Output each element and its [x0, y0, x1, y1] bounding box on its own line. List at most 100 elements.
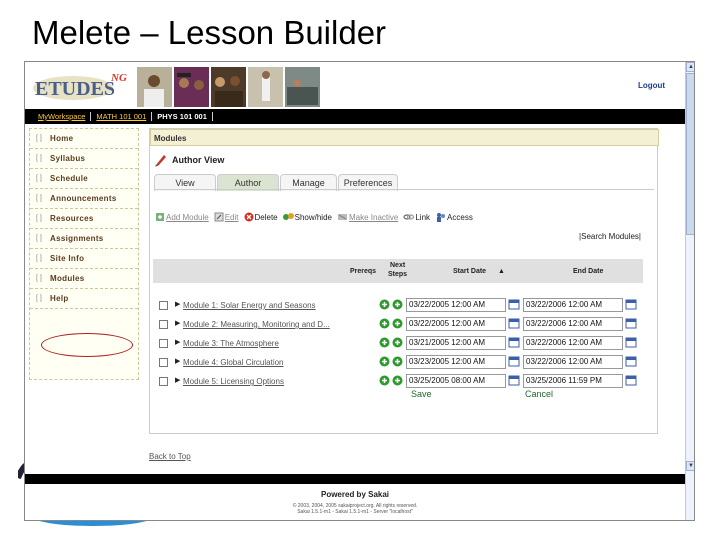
tool-item-site-info[interactable]: [ ] Site Info: [30, 249, 138, 269]
add-next-step-icon[interactable]: [392, 299, 403, 310]
expand-triangle-icon[interactable]: ▶: [175, 376, 180, 384]
pencil-icon: [155, 155, 166, 167]
scroll-up-arrow-icon[interactable]: ▲: [686, 62, 694, 72]
tool-item-label: Help: [50, 294, 69, 303]
access-button[interactable]: Access: [435, 212, 473, 222]
module-title-link[interactable]: Module 2: Measuring, Monitoring and D...: [183, 320, 330, 329]
add-prereq-icon[interactable]: [379, 356, 390, 367]
module-title-link[interactable]: Module 3: The Atmosphere: [183, 339, 279, 348]
tool-bracket: [ ]: [36, 135, 42, 142]
expand-triangle-icon[interactable]: ▶: [175, 338, 180, 346]
expand-triangle-icon[interactable]: ▶: [175, 357, 180, 365]
tool-item-label: Site Info: [50, 254, 85, 263]
scroll-down-arrow-icon[interactable]: ▼: [686, 461, 694, 471]
calendar-icon[interactable]: [625, 336, 637, 348]
copyright-line-2: Sakai 1.5.1-m1 - Sakai 1.5.1-m1 - Server…: [297, 509, 413, 515]
add-next-step-icon[interactable]: [392, 337, 403, 348]
add-prereq-icon[interactable]: [379, 337, 390, 348]
calendar-icon[interactable]: [508, 374, 520, 386]
link-button[interactable]: Link: [403, 212, 430, 222]
expand-triangle-icon[interactable]: ▶: [175, 300, 180, 308]
tool-item-syllabus[interactable]: [ ] Syllabus: [30, 149, 138, 169]
calendar-icon[interactable]: [508, 317, 520, 329]
end-date-field[interactable]: 03/22/2006 12:00 AM: [523, 336, 623, 350]
save-button[interactable]: Save: [411, 389, 432, 399]
tool-menu: [ ] Home [ ] Syllabus [ ] Schedule [ ] Annou…: [29, 128, 139, 380]
action-toolbar: Add Module Edit Delete Show/hide Make In…: [155, 212, 473, 222]
add-module-icon: [156, 213, 164, 221]
add-next-step-icon[interactable]: [392, 318, 403, 329]
end-date-field[interactable]: 03/22/2006 12:00 AM: [523, 355, 623, 369]
modules-portlet: Modules Author View View Author Manage P…: [149, 128, 659, 434]
tool-item-announcements[interactable]: [ ] Announcements: [30, 189, 138, 209]
row-checkbox[interactable]: [159, 320, 168, 329]
header-next-steps-line1: Next: [390, 262, 406, 269]
table-row: ▶ Module 4: Global Circulation 03/23/200…: [153, 353, 643, 372]
tool-item-schedule[interactable]: [ ] Schedule: [30, 169, 138, 189]
calendar-icon[interactable]: [508, 298, 520, 310]
end-date-field[interactable]: 03/22/2006 12:00 AM: [523, 298, 623, 312]
etudes-logo: ETUDES NG: [33, 72, 127, 100]
calendar-icon[interactable]: [625, 374, 637, 386]
expand-triangle-icon[interactable]: ▶: [175, 319, 180, 327]
delete-button[interactable]: Delete: [244, 212, 278, 222]
tool-item-modules[interactable]: [ ] Modules: [30, 269, 138, 289]
tool-item-label: Announcements: [50, 194, 117, 203]
tool-item-home[interactable]: [ ] Home: [30, 129, 138, 149]
add-next-step-icon[interactable]: [392, 375, 403, 386]
delete-icon: [244, 212, 253, 222]
site-tab-myworkspace[interactable]: MyWorkspace: [33, 112, 92, 121]
make-inactive-button[interactable]: Make Inactive: [337, 212, 398, 222]
search-modules-link[interactable]: |Search Modules|: [579, 232, 641, 241]
module-title-link[interactable]: Module 5: Licensing Options: [183, 377, 284, 386]
cancel-button[interactable]: Cancel: [525, 389, 553, 399]
scrollbar-thumb[interactable]: [686, 73, 694, 235]
start-date-field[interactable]: 03/21/2005 12:00 AM: [406, 336, 506, 350]
header-start-date[interactable]: Start Date: [453, 268, 486, 275]
calendar-icon[interactable]: [625, 317, 637, 329]
powered-by-sakai: Powered by Sakai: [320, 490, 390, 499]
start-date-field[interactable]: 03/22/2005 12:00 AM: [406, 317, 506, 331]
calendar-icon[interactable]: [625, 355, 637, 367]
add-prereq-icon[interactable]: [379, 318, 390, 329]
author-view-label: Author View: [172, 155, 225, 165]
row-checkbox[interactable]: [159, 301, 168, 310]
photo-graduates: [174, 67, 209, 107]
table-row: ▶ Module 3: The Atmosphere 03/21/2005 12…: [153, 334, 643, 353]
photo-teacher: [248, 67, 283, 107]
tool-item-resources[interactable]: [ ] Resources: [30, 209, 138, 229]
module-title-link[interactable]: Module 4: Global Circulation: [183, 358, 284, 367]
start-date-field[interactable]: 03/25/2005 08:00 AM: [406, 374, 506, 388]
row-checkbox[interactable]: [159, 358, 168, 367]
add-next-step-icon[interactable]: [392, 356, 403, 367]
start-date-field[interactable]: 03/23/2005 12:00 AM: [406, 355, 506, 369]
module-title-link[interactable]: Module 1: Solar Energy and Seasons: [183, 301, 316, 310]
end-date-field[interactable]: 03/22/2006 12:00 AM: [523, 317, 623, 331]
table-row: ▶ Module 5: Licensing Options 03/25/2005…: [153, 372, 643, 391]
calendar-icon[interactable]: [508, 355, 520, 367]
edit-button[interactable]: Edit: [214, 212, 239, 222]
tool-item-assignments[interactable]: [ ] Assignments: [30, 229, 138, 249]
calendar-icon[interactable]: [625, 298, 637, 310]
tool-bracket: [ ]: [36, 155, 42, 162]
site-tab-math-101[interactable]: MATH 101 001: [91, 112, 153, 121]
sort-ascending-icon[interactable]: ▲: [498, 268, 505, 275]
vertical-scrollbar[interactable]: ▲ ▼: [685, 62, 694, 520]
portlet-title: Modules: [150, 129, 659, 146]
site-tab-phys-101[interactable]: PHYS 101 001: [152, 112, 213, 121]
end-date-field[interactable]: 03/25/2006 11:59 PM: [523, 374, 623, 388]
add-module-button[interactable]: Add Module: [155, 212, 209, 222]
logout-link[interactable]: Logout: [638, 81, 665, 90]
browser-window: ETUDES NG Logout MyWorkspace MATH 101 00…: [24, 61, 695, 521]
start-date-field[interactable]: 03/22/2005 12:00 AM: [406, 298, 506, 312]
add-prereq-icon[interactable]: [379, 299, 390, 310]
row-checkbox[interactable]: [159, 339, 168, 348]
back-to-top-link[interactable]: Back to Top: [149, 452, 191, 461]
calendar-icon[interactable]: [508, 336, 520, 348]
tool-item-help[interactable]: [ ] Help: [30, 289, 138, 309]
add-prereq-icon[interactable]: [379, 375, 390, 386]
show-hide-button[interactable]: Show/hide: [282, 212, 332, 222]
header-next-steps-line2: Steps: [388, 271, 408, 278]
row-checkbox[interactable]: [159, 377, 168, 386]
slide-title: Melete – Lesson Builder: [32, 14, 387, 51]
